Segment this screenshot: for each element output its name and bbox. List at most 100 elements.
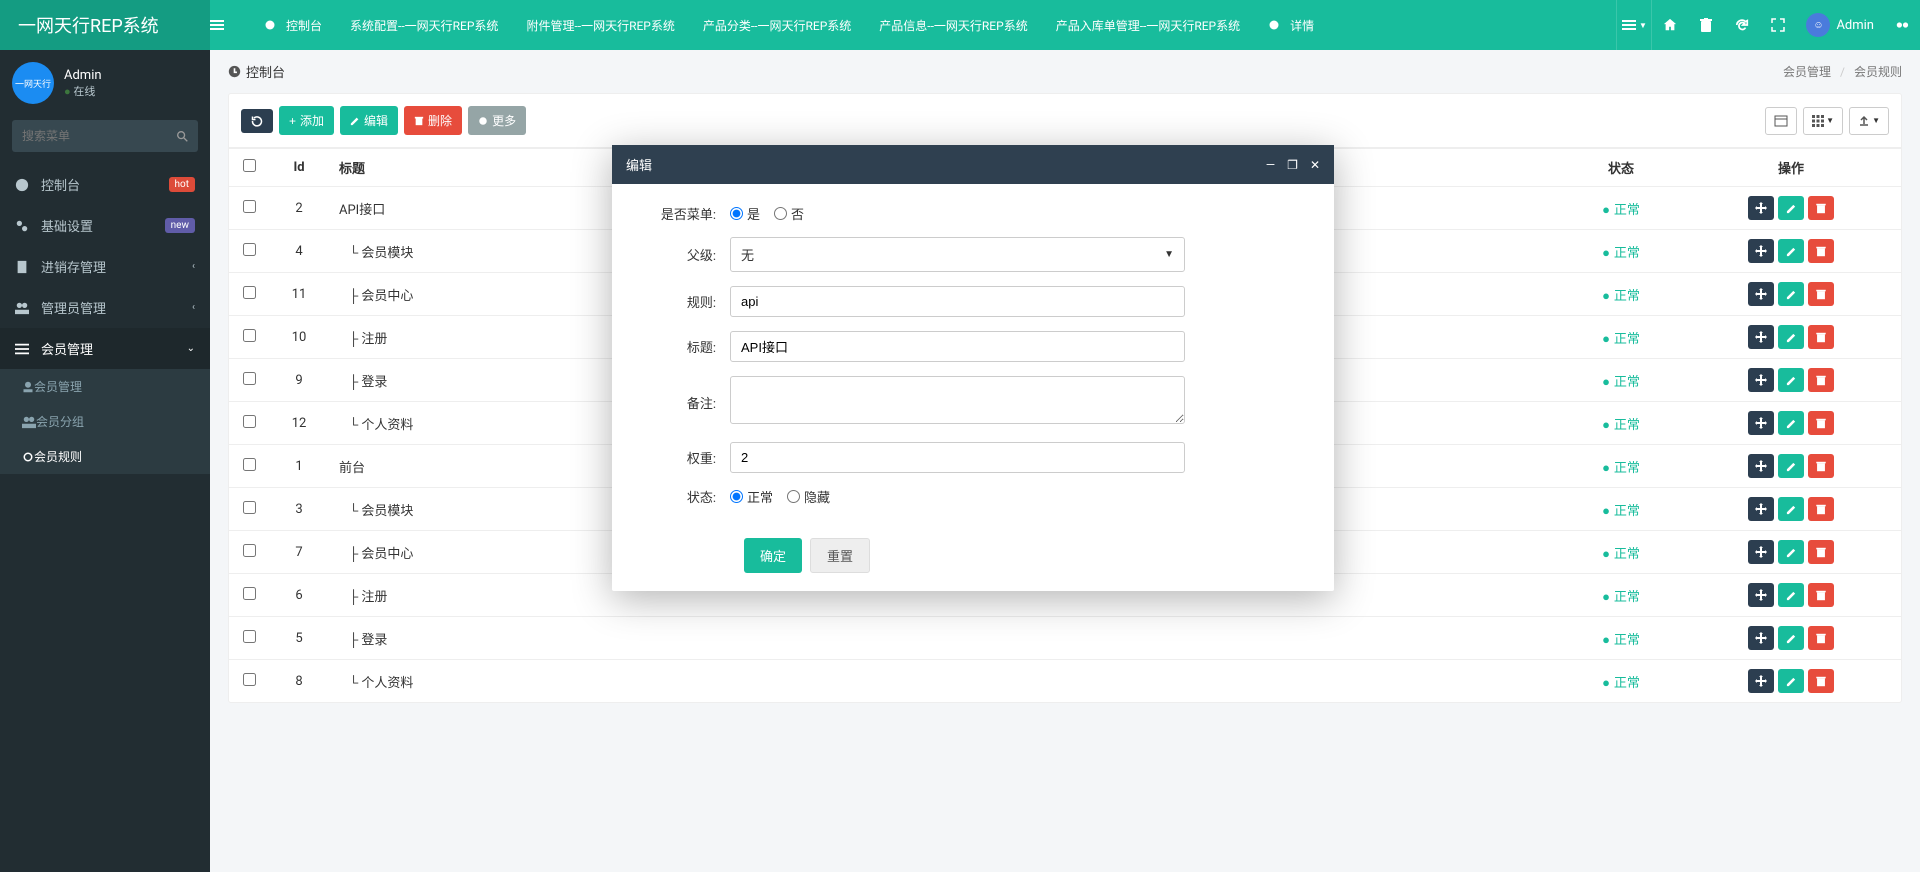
row-checkbox[interactable]	[243, 673, 256, 686]
minimize-icon[interactable]: —	[1266, 158, 1275, 172]
col-title[interactable]: 标题	[329, 148, 579, 187]
status-badge[interactable]: 正常	[1602, 418, 1640, 433]
move-icon[interactable]	[1748, 497, 1774, 521]
delete-button[interactable]: 删除	[404, 106, 462, 135]
add-button[interactable]: +添加	[279, 106, 334, 135]
list-menu-button[interactable]: ▼	[1616, 0, 1652, 50]
toolbar-export[interactable]: ▼	[1849, 107, 1889, 135]
row-edit-icon[interactable]	[1778, 411, 1804, 435]
move-icon[interactable]	[1748, 669, 1774, 693]
status-badge[interactable]: 正常	[1602, 676, 1640, 691]
remark-textarea[interactable]	[730, 376, 1185, 424]
status-badge[interactable]: 正常	[1602, 547, 1640, 562]
close-icon[interactable]: ✕	[1310, 158, 1320, 172]
status-badge[interactable]: 正常	[1602, 203, 1640, 218]
search-input[interactable]	[22, 129, 177, 143]
move-icon[interactable]	[1748, 626, 1774, 650]
row-checkbox[interactable]	[243, 630, 256, 643]
row-checkbox[interactable]	[243, 544, 256, 557]
submit-button[interactable]: 确定	[744, 538, 802, 573]
top-tab[interactable]: 产品信息--一网天行REP系统	[865, 0, 1041, 50]
top-tab[interactable]: 产品入库单管理--一网天行REP系统	[1042, 0, 1254, 50]
edit-button[interactable]: 编辑	[340, 106, 398, 135]
row-edit-icon[interactable]	[1778, 368, 1804, 392]
top-tab[interactable]: 附件管理--一网天行REP系统	[512, 0, 688, 50]
row-delete-icon[interactable]	[1808, 583, 1834, 607]
move-icon[interactable]	[1748, 239, 1774, 263]
row-delete-icon[interactable]	[1808, 282, 1834, 306]
weight-input[interactable]	[730, 442, 1185, 473]
sidebar-subitem[interactable]: 会员管理	[0, 369, 210, 404]
user-dropdown[interactable]: ☺ Admin	[1796, 13, 1884, 37]
sidebar-subitem[interactable]: 会员分组	[0, 404, 210, 439]
row-delete-icon[interactable]	[1808, 454, 1834, 478]
sidebar-item[interactable]: 进销存管理‹	[0, 246, 210, 287]
maximize-icon[interactable]: ❐	[1287, 158, 1298, 172]
move-icon[interactable]	[1748, 325, 1774, 349]
row-checkbox[interactable]	[243, 243, 256, 256]
row-checkbox[interactable]	[243, 372, 256, 385]
sidebar-item[interactable]: 管理员管理‹	[0, 287, 210, 328]
sidebar-item[interactable]: 基础设置new	[0, 205, 210, 246]
col-id[interactable]: Id	[269, 148, 329, 187]
status-badge[interactable]: 正常	[1602, 332, 1640, 347]
row-edit-icon[interactable]	[1778, 540, 1804, 564]
top-tab[interactable]: 控制台	[250, 0, 336, 50]
move-icon[interactable]	[1748, 540, 1774, 564]
toolbar-view-card[interactable]	[1765, 107, 1797, 135]
expand-icon[interactable]	[1760, 0, 1796, 50]
move-icon[interactable]	[1748, 583, 1774, 607]
refresh-icon[interactable]	[1724, 0, 1760, 50]
select-all-checkbox[interactable]	[243, 159, 256, 172]
reset-button[interactable]: 重置	[810, 538, 870, 573]
row-edit-icon[interactable]	[1778, 454, 1804, 478]
status-badge[interactable]: 正常	[1602, 461, 1640, 476]
top-tab[interactable]: 系统配置--一网天行REP系统	[336, 0, 512, 50]
row-delete-icon[interactable]	[1808, 325, 1834, 349]
row-checkbox[interactable]	[243, 200, 256, 213]
row-edit-icon[interactable]	[1778, 669, 1804, 693]
row-checkbox[interactable]	[243, 415, 256, 428]
row-delete-icon[interactable]	[1808, 540, 1834, 564]
sidebar-subitem[interactable]: 会员规则	[0, 439, 210, 474]
ismenu-yes-radio[interactable]: 是	[730, 204, 760, 223]
refresh-button[interactable]	[241, 109, 273, 133]
settings-icon[interactable]	[1884, 0, 1920, 50]
status-badge[interactable]: 正常	[1602, 590, 1640, 605]
row-delete-icon[interactable]	[1808, 411, 1834, 435]
row-checkbox[interactable]	[243, 587, 256, 600]
move-icon[interactable]	[1748, 282, 1774, 306]
ismenu-no-radio[interactable]: 否	[774, 204, 804, 223]
breadcrumb-item[interactable]: 会员管理	[1783, 65, 1831, 79]
row-edit-icon[interactable]	[1778, 583, 1804, 607]
status-badge[interactable]: 正常	[1602, 289, 1640, 304]
row-checkbox[interactable]	[243, 458, 256, 471]
modal-header[interactable]: 编辑 — ❐ ✕	[612, 145, 1334, 184]
col-status[interactable]: 状态	[1561, 148, 1681, 187]
top-tab[interactable]: 详情	[1254, 0, 1328, 50]
row-delete-icon[interactable]	[1808, 626, 1834, 650]
parent-select[interactable]: 无▼	[730, 237, 1185, 272]
status-badge[interactable]: 正常	[1602, 246, 1640, 261]
home-icon[interactable]	[1652, 0, 1688, 50]
top-tab[interactable]: 产品分类--一网天行REP系统	[689, 0, 865, 50]
status-normal-radio[interactable]: 正常	[730, 487, 773, 506]
row-delete-icon[interactable]	[1808, 239, 1834, 263]
move-icon[interactable]	[1748, 368, 1774, 392]
row-edit-icon[interactable]	[1778, 239, 1804, 263]
row-checkbox[interactable]	[243, 329, 256, 342]
sidebar-item[interactable]: 控制台hot	[0, 164, 210, 205]
move-icon[interactable]	[1748, 454, 1774, 478]
status-badge[interactable]: 正常	[1602, 375, 1640, 390]
row-checkbox[interactable]	[243, 501, 256, 514]
row-edit-icon[interactable]	[1778, 497, 1804, 521]
toggle-sidebar-button[interactable]	[210, 18, 250, 32]
row-edit-icon[interactable]	[1778, 626, 1804, 650]
row-edit-icon[interactable]	[1778, 196, 1804, 220]
row-edit-icon[interactable]	[1778, 325, 1804, 349]
move-icon[interactable]	[1748, 196, 1774, 220]
status-hidden-radio[interactable]: 隐藏	[787, 487, 830, 506]
status-badge[interactable]: 正常	[1602, 633, 1640, 648]
row-delete-icon[interactable]	[1808, 497, 1834, 521]
rule-input[interactable]	[730, 286, 1185, 317]
